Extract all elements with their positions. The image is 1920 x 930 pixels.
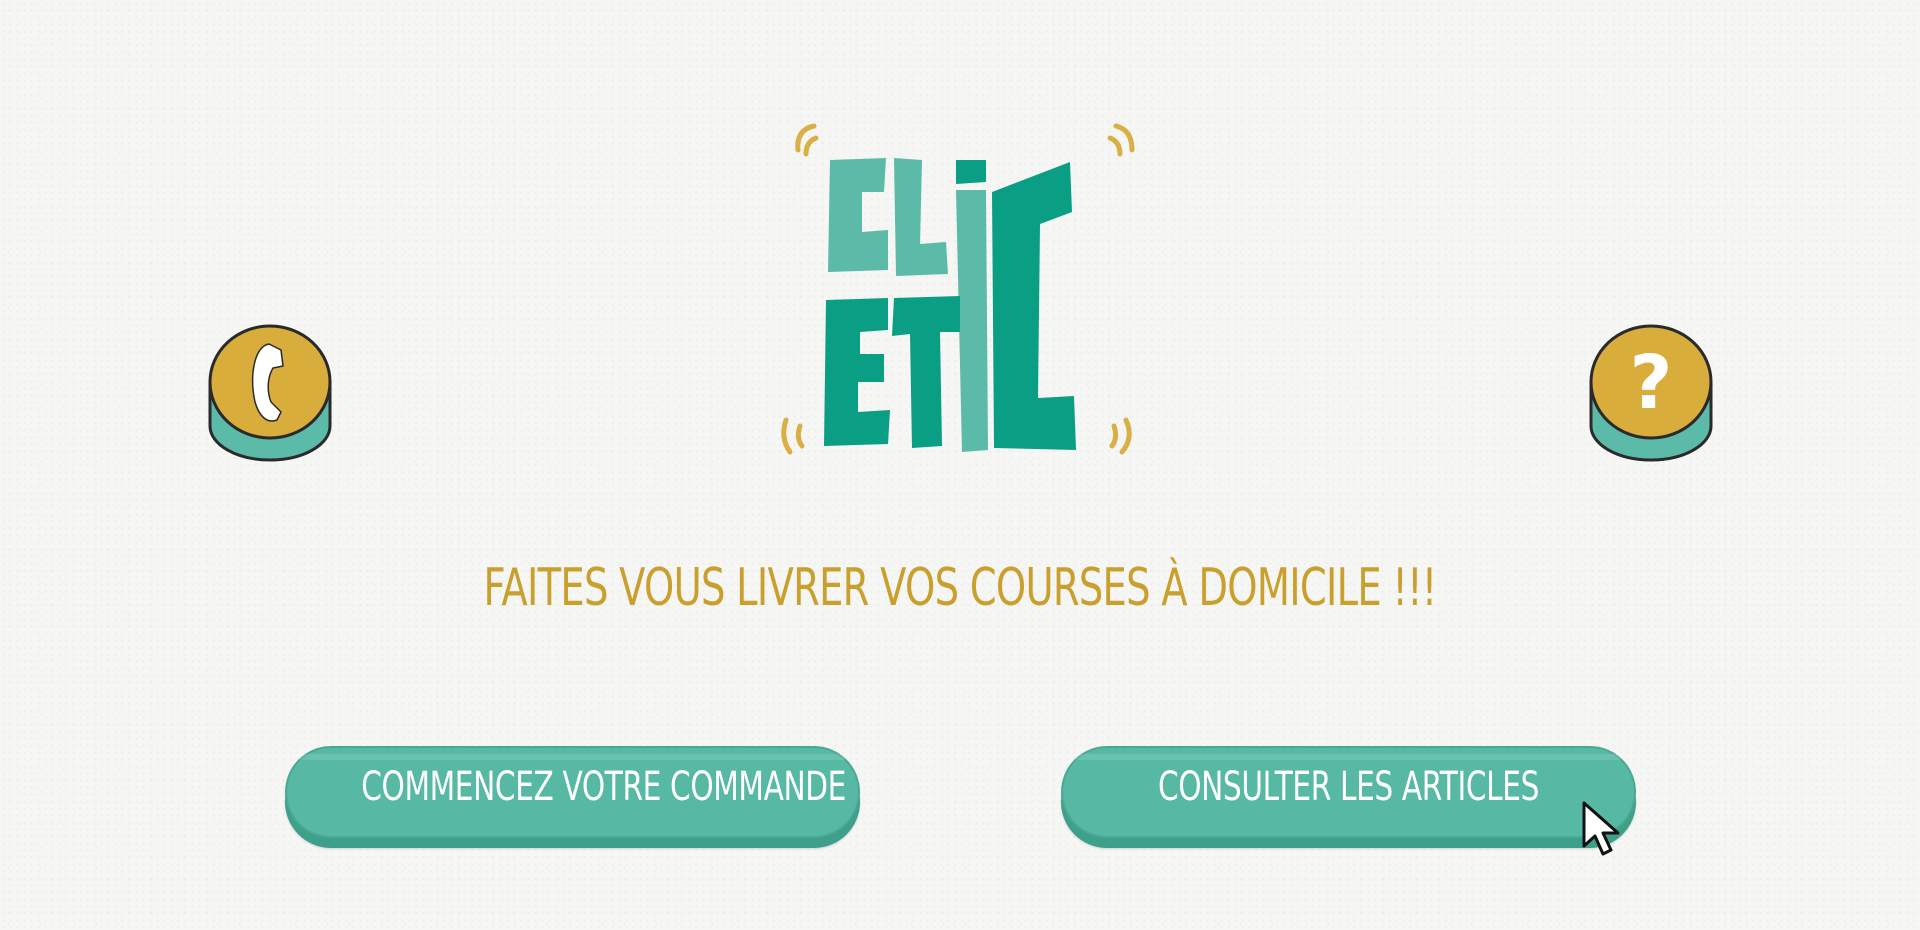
question-mark-icon: ? — [1589, 324, 1713, 462]
browse-articles-button[interactable]: CONSULTER LES ARTICLES — [1061, 746, 1636, 838]
mouse-pointer-icon — [1580, 800, 1626, 858]
help-button[interactable]: ? — [1588, 320, 1714, 466]
clic-etic-logo — [776, 120, 1148, 460]
logo-graphic — [781, 123, 1135, 455]
browse-articles-label: CONSULTER LES ARTICLES — [1157, 764, 1540, 810]
tagline: FAITES VOUS LIVRER VOS COURSES À DOMICIL… — [483, 558, 1438, 618]
phone-icon — [208, 324, 332, 462]
start-order-button[interactable]: COMMENCEZ VOTRE COMMANDE — [285, 746, 860, 838]
start-order-label: COMMENCEZ VOTRE COMMANDE — [361, 764, 847, 810]
question-mark-glyph: ? — [1630, 340, 1673, 426]
phone-button[interactable] — [207, 320, 333, 466]
